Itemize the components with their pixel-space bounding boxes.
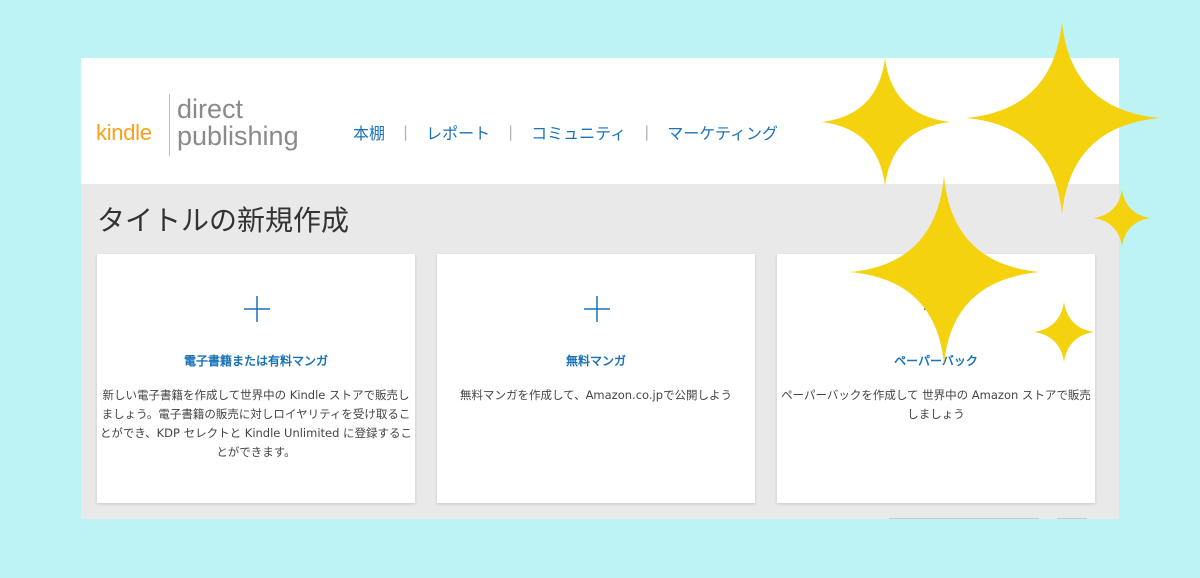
card-description: 無料マンガを作成して、Amazon.co.jpで公開しよう: [459, 388, 733, 402]
nav-separator: |: [644, 123, 650, 141]
logo-line-publishing: publishing: [177, 121, 299, 151]
logo-divider: [169, 94, 170, 156]
plus-icon: [244, 296, 270, 322]
card-title: 電子書籍または有料マンガ: [183, 354, 328, 368]
nav-separator: |: [508, 123, 514, 141]
main-nav: 本棚 | レポート | コミュニティ | マーケティング: [353, 120, 778, 144]
plus-icon: [584, 296, 610, 322]
page-title: タイトルの新規作成: [97, 204, 350, 237]
logo-direct-publishing: direct publishing: [177, 96, 299, 150]
logo-line-direct: direct: [177, 94, 244, 124]
site-header: kindle direct publishing 本棚 | レポート | コミュ…: [81, 58, 1119, 184]
card-description: ペーパーバックを作成して 世界中の Amazon ストアで販売しましょう: [781, 388, 1091, 421]
card-title: ペーパーバック: [894, 354, 978, 368]
bottom-edge-element: [1057, 518, 1087, 519]
card-ebook-or-paid-manga[interactable]: 電子書籍または有料マンガ 新しい電子書籍を作成して世界中の Kindle ストア…: [97, 254, 415, 503]
bottom-edge-element: [889, 518, 1039, 519]
kdp-window: kindle direct publishing 本棚 | レポート | コミュ…: [81, 58, 1119, 519]
nav-item-community[interactable]: コミュニティ: [531, 120, 626, 144]
nav-item-reports[interactable]: レポート: [426, 120, 490, 144]
nav-separator: |: [403, 123, 409, 141]
card-paperback[interactable]: ペーパーバック ペーパーバックを作成して 世界中の Amazon ストアで販売し…: [777, 254, 1095, 503]
card-description: 新しい電子書籍を作成して世界中の Kindle ストアで販売しましょう。電子書籍…: [99, 388, 413, 459]
logo-kindle-text: kindle: [96, 120, 152, 145]
card-free-manga[interactable]: 無料マンガ 無料マンガを作成して、Amazon.co.jpで公開しよう: [437, 254, 755, 503]
card-title: 無料マンガ: [565, 354, 626, 368]
nav-item-bookshelf[interactable]: 本棚: [353, 120, 385, 144]
plus-icon: [924, 296, 950, 322]
nav-item-marketing[interactable]: マーケティング: [667, 120, 778, 144]
